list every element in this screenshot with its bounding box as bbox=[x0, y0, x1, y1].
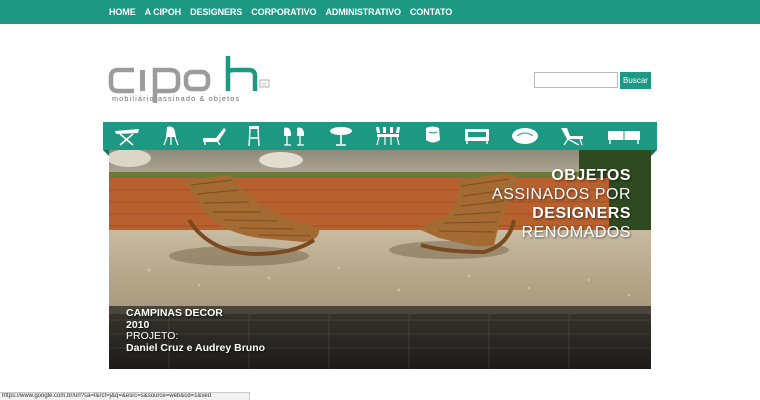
top-navigation: HOME A CIPOH DESIGNERS CORPORATIVO ADMIN… bbox=[0, 0, 760, 24]
bar-fold-right bbox=[651, 150, 657, 156]
category-shell-chair[interactable] bbox=[161, 124, 181, 148]
recliner-icon bbox=[561, 128, 583, 146]
category-sideboard[interactable] bbox=[606, 124, 642, 148]
nav-home[interactable]: HOME bbox=[109, 7, 136, 17]
ottoman-icon bbox=[512, 128, 538, 144]
sofa-icon bbox=[465, 129, 489, 144]
nav-menu: HOME A CIPOH DESIGNERS CORPORATIVO ADMIN… bbox=[109, 0, 461, 24]
category-ottoman[interactable] bbox=[511, 124, 539, 148]
dining-set-icon bbox=[376, 127, 400, 146]
armchair-icon bbox=[426, 126, 440, 143]
category-bar-stool[interactable] bbox=[245, 124, 263, 148]
headline-line-2: ASSINADOS POR bbox=[492, 186, 631, 203]
category-armchair[interactable] bbox=[423, 124, 443, 148]
category-sofa[interactable] bbox=[462, 124, 492, 148]
category-lounge-chair[interactable] bbox=[200, 124, 228, 148]
hero-headline: OBJETOS ASSINADOS POR DESIGNERS RENOMADO… bbox=[492, 166, 631, 242]
caption-designers: Daniel Cruz e Audrey Bruno bbox=[126, 341, 266, 354]
nav-corporativo[interactable]: CORPORATIVO bbox=[251, 7, 316, 17]
sideboard-icon bbox=[608, 131, 640, 144]
bar-stool-icon bbox=[248, 126, 260, 147]
lounge-chair-icon bbox=[203, 128, 226, 146]
hero-banner[interactable]: OBJETOS ASSINADOS POR DESIGNERS RENOMADO… bbox=[109, 150, 651, 369]
logo-tagline: mobiliário assinado & objetos bbox=[112, 94, 241, 103]
nav-contato[interactable]: CONTATO bbox=[410, 7, 452, 17]
category-ironing-table[interactable] bbox=[113, 124, 141, 148]
headline-line-1: OBJETOS bbox=[551, 167, 631, 184]
hero-caption: CAMPINAS DECOR 2010 PROJETO: Daniel Cruz… bbox=[126, 307, 266, 354]
category-round-table[interactable] bbox=[328, 124, 354, 148]
round-table-icon bbox=[330, 127, 352, 146]
ironing-table-icon bbox=[115, 129, 139, 146]
shell-chair-icon bbox=[163, 126, 179, 146]
status-bar-url: https://www.google.com.br/url?sa=t&rct=j… bbox=[0, 392, 250, 400]
nav-designers[interactable]: DESIGNERS bbox=[190, 7, 242, 17]
caption-event: CAMPINAS DECOR bbox=[126, 307, 223, 319]
nav-a-cipoh[interactable]: A CIPOH bbox=[145, 7, 182, 17]
category-recliner[interactable] bbox=[558, 124, 586, 148]
headline-line-4: RENOMADOS bbox=[521, 224, 631, 241]
nav-administrativo[interactable]: ADMINISTRATIVO bbox=[325, 7, 401, 17]
headline-line-3: DESIGNERS bbox=[532, 205, 631, 222]
category-dining-set[interactable] bbox=[373, 124, 403, 148]
search-button[interactable]: Buscar bbox=[620, 72, 651, 89]
caption-project-label: PROJETO: bbox=[126, 330, 179, 342]
chairs-pair-icon bbox=[284, 127, 304, 146]
category-bar bbox=[103, 122, 657, 156]
search-input[interactable] bbox=[534, 72, 618, 88]
category-chairs-pair[interactable] bbox=[281, 124, 309, 148]
